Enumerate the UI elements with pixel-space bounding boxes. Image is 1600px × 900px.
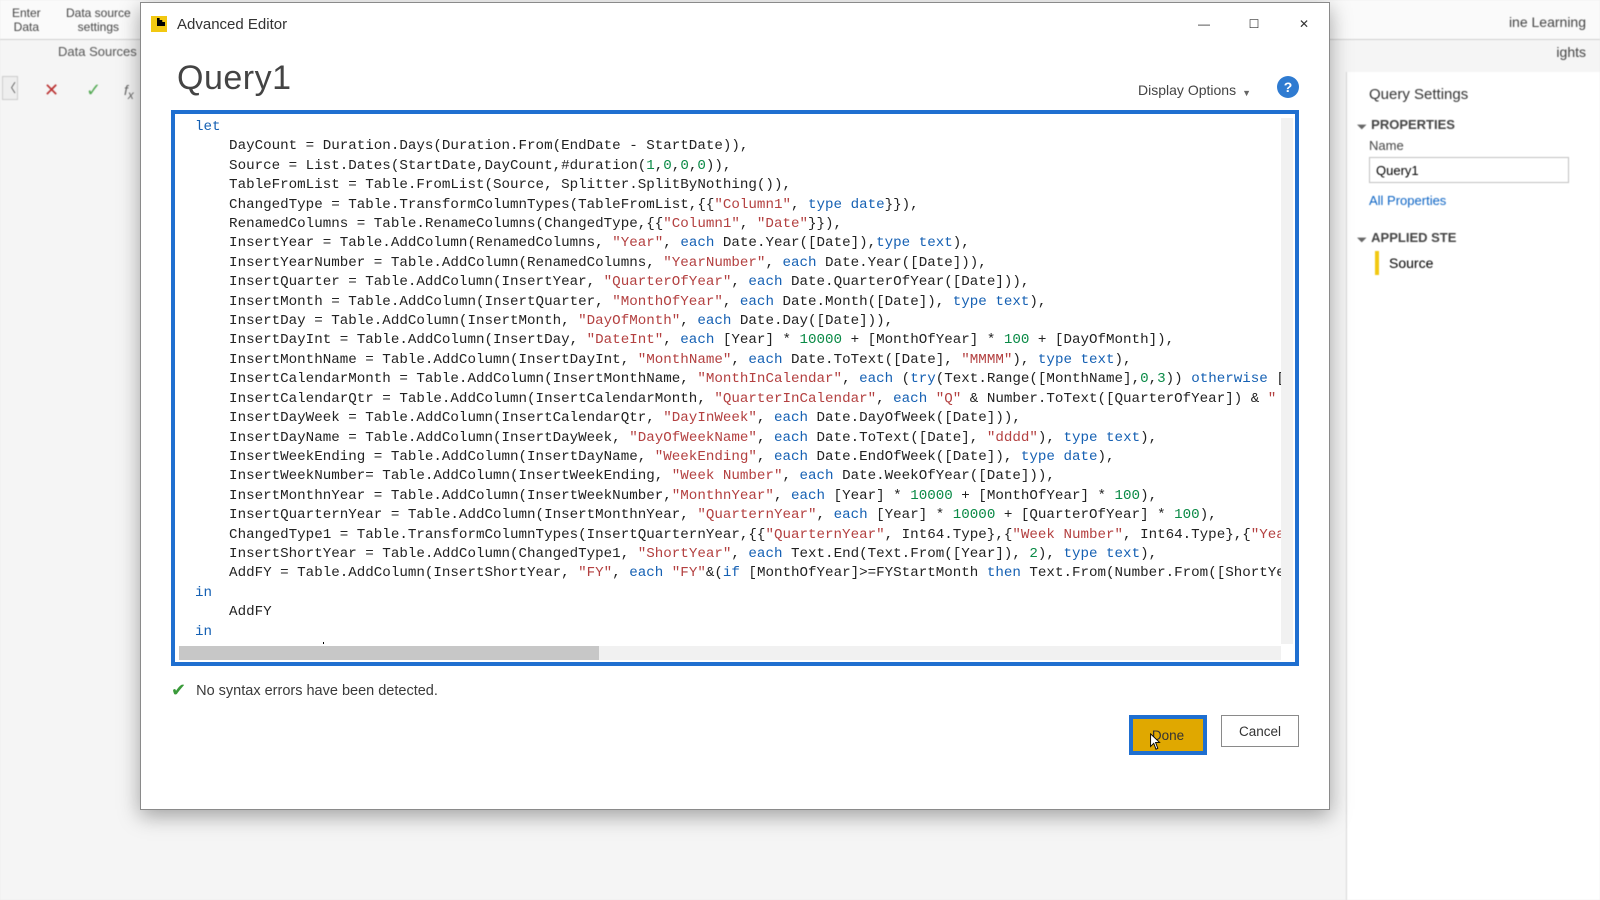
powerbi-logo-icon [151, 16, 167, 32]
ribbon-ml-partial: ine Learning [1509, 14, 1586, 30]
applied-steps-group[interactable]: APPLIED STE [1359, 230, 1592, 245]
chevron-down-icon: ▼ [1242, 88, 1251, 98]
all-properties-link[interactable]: All Properties [1369, 193, 1592, 208]
done-button[interactable]: Done [1129, 715, 1207, 755]
status-text: No syntax errors have been detected. [196, 683, 438, 699]
dialog-titlebar: Advanced Editor — ☐ ✕ [141, 3, 1329, 45]
close-button[interactable]: ✕ [1279, 3, 1329, 45]
minimize-button[interactable]: — [1179, 3, 1229, 45]
formula-commit-icon[interactable]: ✓ [86, 80, 101, 101]
query-settings-title: Query Settings [1369, 86, 1592, 103]
ribbon-insights-partial: ights [1556, 44, 1586, 60]
maximize-button[interactable]: ☐ [1229, 3, 1279, 45]
name-label: Name [1369, 138, 1592, 153]
ribbon-enter-data[interactable]: EnterData [12, 6, 41, 34]
queries-pane-toggle[interactable]: 〈 [2, 76, 18, 100]
help-icon[interactable]: ? [1277, 76, 1299, 98]
vertical-scrollbar[interactable] [1281, 118, 1293, 644]
query-settings-pane: Query Settings PROPERTIES Name All Prope… [1346, 72, 1600, 900]
code-editor-frame: let DayCount = Duration.Days(Duration.Fr… [171, 110, 1299, 666]
query-heading: Query1 [177, 59, 292, 98]
horizontal-scrollbar[interactable] [179, 646, 1281, 660]
applied-step-source[interactable]: Source [1375, 251, 1592, 275]
ribbon-data-source[interactable]: Data sourcesettings [66, 6, 131, 34]
advanced-editor-dialog: Advanced Editor — ☐ ✕ Query1 Display Opt… [140, 2, 1330, 810]
code-editor[interactable]: let DayCount = Duration.Days(Duration.Fr… [179, 118, 1281, 644]
query-name-input[interactable] [1369, 157, 1569, 183]
m-code[interactable]: let DayCount = Duration.Days(Duration.Fr… [179, 118, 1281, 644]
display-options-button[interactable]: Display Options [1138, 82, 1236, 98]
formula-fx-icon[interactable]: fx [124, 82, 134, 102]
check-icon: ✔ [171, 680, 186, 701]
properties-group[interactable]: PROPERTIES [1359, 117, 1592, 132]
text-cursor [323, 642, 324, 644]
dialog-title: Advanced Editor [177, 16, 287, 33]
ribbon-group-label: Data Sources [58, 44, 137, 59]
syntax-status: ✔ No syntax errors have been detected. [141, 666, 1329, 715]
cancel-button[interactable]: Cancel [1221, 715, 1299, 747]
formula-cancel-icon[interactable]: ✕ [44, 80, 59, 101]
